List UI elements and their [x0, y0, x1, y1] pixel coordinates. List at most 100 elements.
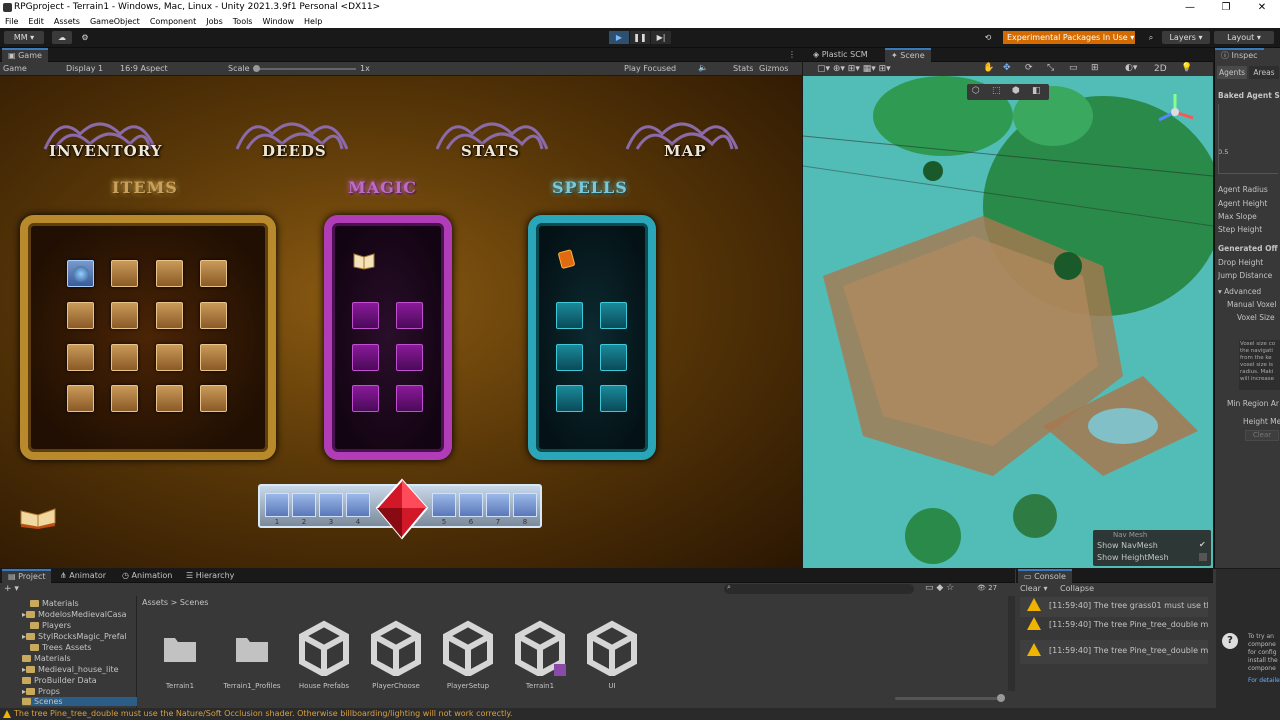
asset-prefab[interactable]: PlayerChoose [364, 620, 428, 690]
console-collapse-button[interactable]: Collapse [1060, 584, 1094, 593]
tab-scene[interactable]: ✦ Scene [885, 48, 931, 62]
hotbar-slot[interactable] [513, 493, 537, 517]
scale-tool-icon[interactable]: ⤡ [1047, 63, 1054, 73]
item-slot[interactable] [111, 260, 138, 287]
tree-item[interactable]: ▸ ModelosMedievalCasa [22, 610, 127, 619]
magic-slot[interactable] [396, 302, 423, 329]
advanced-foldout[interactable]: ▾ Advanced [1218, 287, 1261, 296]
fire-scroll-icon[interactable] [556, 248, 578, 270]
hotbar-slot[interactable] [459, 493, 483, 517]
breadcrumb-scenes[interactable]: Scenes [180, 598, 209, 607]
item-slot[interactable] [111, 385, 138, 412]
pause-button[interactable]: ❚❚ [630, 31, 650, 44]
project-scrollbar[interactable] [1008, 596, 1015, 691]
nav-deeds[interactable]: DEEDS [262, 142, 327, 160]
tab-console[interactable]: ▭ Console [1018, 569, 1072, 583]
magic-slot[interactable] [352, 344, 379, 371]
magic-slot[interactable] [352, 385, 379, 412]
icon-size-slider-thumb[interactable] [997, 694, 1005, 702]
create-button[interactable]: + ▾ [4, 584, 19, 594]
project-search-input[interactable]: ⌕ [724, 583, 914, 594]
asset-prefab[interactable]: PlayerSetup [436, 620, 500, 690]
display-dropdown[interactable]: Display 1 [66, 64, 103, 73]
tab-plastic-scm[interactable]: ◈ Plastic SCM [807, 48, 874, 62]
item-slot-blue-orb[interactable] [67, 260, 94, 287]
hotbar-slot[interactable] [265, 493, 289, 517]
item-slot[interactable] [156, 260, 183, 287]
tab-game[interactable]: ▣ Game [2, 48, 48, 62]
close-button[interactable]: ✕ [1244, 0, 1280, 15]
tree-item-selected[interactable]: Scenes [22, 697, 137, 706]
play-button[interactable]: ▶ [609, 31, 629, 44]
clear-button[interactable]: Clear [1245, 430, 1279, 441]
details-link[interactable]: For detaile [1248, 677, 1280, 684]
layers-dropdown[interactable]: Layers ▾ [1162, 31, 1210, 44]
transform-tool-icon[interactable]: ⊞ [1091, 63, 1099, 73]
spell-slot[interactable] [556, 302, 583, 329]
tree-item[interactable]: ▸ StylRocksMagic_Prefal [22, 632, 127, 641]
step-button[interactable]: ▶| [651, 31, 671, 44]
tab-areas[interactable]: Areas [1249, 66, 1279, 79]
open-book-icon[interactable] [18, 503, 58, 529]
spellbook-icon[interactable] [352, 250, 376, 270]
lighting-toggle-icon[interactable]: 💡 [1181, 63, 1192, 73]
nav-stats[interactable]: STATS [461, 142, 520, 160]
menu-edit[interactable]: Edit [23, 15, 49, 28]
menu-help[interactable]: Help [299, 15, 327, 28]
tree-item[interactable]: ▸ Medieval_house_lite [22, 665, 119, 674]
show-heightmesh-checkbox[interactable] [1199, 553, 1207, 561]
panel-menu-icon[interactable]: ⋮ [788, 50, 796, 59]
asset-folder[interactable]: Terrain1_Profiles [220, 620, 284, 690]
spell-slot[interactable] [600, 302, 627, 329]
hotbar-slot[interactable] [292, 493, 316, 517]
item-slot[interactable] [67, 344, 94, 371]
menu-file[interactable]: File [0, 15, 23, 28]
nav-inventory[interactable]: INVENTORY [49, 142, 162, 160]
tab-project[interactable]: ▤ Project [2, 569, 52, 583]
asset-folder[interactable]: Terrain1 [148, 620, 212, 690]
console-clear-dropdown[interactable]: Clear ▾ [1020, 584, 1047, 593]
spell-slot[interactable] [556, 344, 583, 371]
item-slot[interactable] [200, 344, 227, 371]
rotate-tool-icon[interactable]: ⟳ [1025, 63, 1033, 73]
cloud-icon[interactable]: ☁ [52, 31, 72, 44]
collab-icon[interactable]: ⚙ [76, 31, 94, 44]
tree-item[interactable]: ▸ Props [22, 687, 60, 696]
experimental-packages-button[interactable]: Experimental Packages In Use ▾ [1003, 31, 1135, 44]
menu-tools[interactable]: Tools [228, 15, 258, 28]
scene-view[interactable]: ⬡ ⬚ ⬢ ◧ [803, 76, 1213, 568]
aspect-dropdown[interactable]: 16:9 Aspect [120, 64, 168, 73]
menu-jobs[interactable]: Jobs [201, 15, 228, 28]
rect-tool-icon[interactable]: ▭ [1069, 63, 1078, 73]
scene-gizmo[interactable] [1153, 90, 1197, 134]
asset-prefab[interactable]: UI [580, 620, 644, 690]
mute-audio-icon[interactable]: 🔈 [698, 63, 708, 72]
tab-animator[interactable]: ⋔ Animator [54, 569, 112, 583]
asset-prefab[interactable]: House Prefabs [292, 620, 356, 690]
scale-slider-thumb[interactable] [253, 65, 260, 72]
menu-gameobject[interactable]: GameObject [85, 15, 145, 28]
hotbar-slot[interactable] [319, 493, 343, 517]
hotbar-slot[interactable] [346, 493, 370, 517]
hand-tool-icon[interactable]: ✋ [983, 63, 994, 73]
tab-inspector[interactable]: ⓘ Inspec [1215, 48, 1264, 62]
2d-toggle[interactable]: 2D [1154, 64, 1167, 74]
scale-slider[interactable] [253, 65, 356, 72]
item-slot[interactable] [200, 385, 227, 412]
item-slot[interactable] [200, 260, 227, 287]
spell-slot[interactable] [556, 385, 583, 412]
asset-terrain[interactable]: Terrain1 [508, 620, 572, 690]
tree-item[interactable]: Players [30, 621, 71, 630]
menu-component[interactable]: Component [145, 15, 201, 28]
spell-slot[interactable] [600, 385, 627, 412]
gizmos-dropdown[interactable]: Gizmos [759, 64, 788, 73]
item-slot[interactable] [156, 302, 183, 329]
spell-slot[interactable] [600, 344, 627, 371]
tab-agents[interactable]: Agents [1217, 66, 1247, 79]
tree-item[interactable]: Trees Assets [30, 643, 91, 652]
menu-assets[interactable]: Assets [49, 15, 85, 28]
tree-item[interactable]: Materials [22, 654, 71, 663]
status-bar[interactable]: The tree Pine_tree_double must use the N… [0, 708, 1280, 720]
item-slot[interactable] [200, 302, 227, 329]
overlay-icon[interactable]: ◧ [1032, 86, 1041, 96]
